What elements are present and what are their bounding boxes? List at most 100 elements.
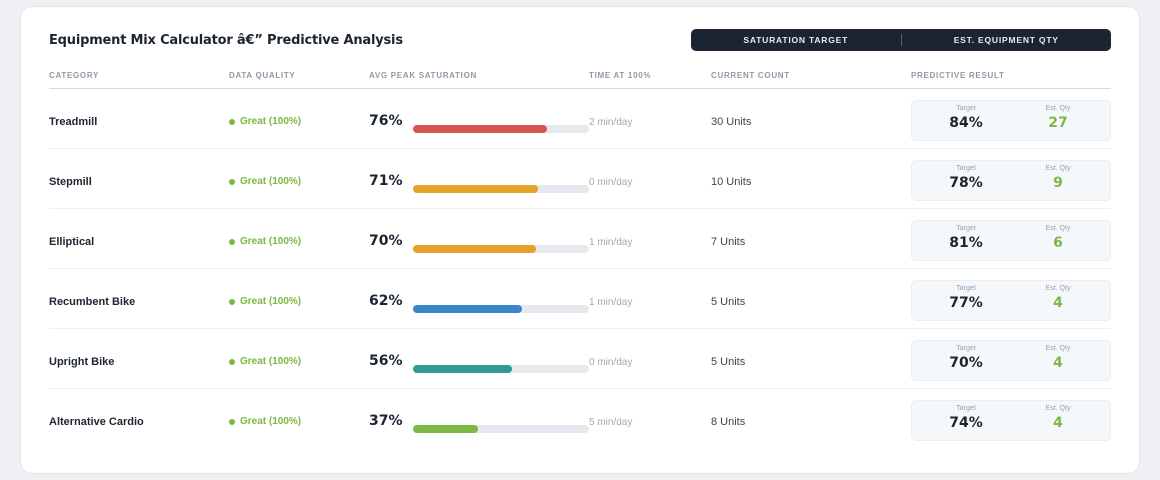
quality-status-dot-icon <box>229 238 235 245</box>
result-target-value: 74% <box>949 415 983 431</box>
result-est-qty-value: 4 <box>1053 415 1063 431</box>
row-category: Alternative Cardio <box>49 416 144 428</box>
predictive-result-box: Target 78% Est. Qty 9 <box>911 160 1111 201</box>
result-target-value: 81% <box>949 235 983 251</box>
result-target-value: 77% <box>949 295 983 311</box>
result-est-qty-label: Est. Qty <box>1045 345 1071 352</box>
result-target-label: Target <box>956 165 976 172</box>
row-current-count: 7 Units <box>711 236 746 248</box>
predictive-result-box: Target 70% Est. Qty 4 <box>911 340 1111 381</box>
quality-status-dot-icon <box>229 178 235 185</box>
row-current-count: 5 Units <box>711 356 746 368</box>
row-current-count: 8 Units <box>711 416 746 428</box>
table-row[interactable]: Treadmill Great (100%) 76% 2 min/day 30 … <box>49 89 1111 149</box>
legend-saturation-target: SATURATION TARGET <box>743 35 849 45</box>
row-time-at-100: 0 min/day <box>589 177 633 188</box>
quality-status-dot-icon <box>229 418 235 425</box>
header-current-count[interactable]: CURRENT COUNT <box>711 71 790 80</box>
header-predictive-result[interactable]: PREDICTIVE RESULT <box>911 71 1005 80</box>
predictive-result-box: Target 77% Est. Qty 4 <box>911 280 1111 321</box>
row-data-quality: Great (100%) <box>229 356 301 367</box>
row-time-at-100: 0 min/day <box>589 357 633 368</box>
table-body: Treadmill Great (100%) 76% 2 min/day 30 … <box>49 89 1111 449</box>
row-category: Elliptical <box>49 236 95 248</box>
result-target-value: 84% <box>949 115 983 131</box>
row-category: Stepmill <box>49 176 92 188</box>
saturation-bar-fill <box>413 125 547 133</box>
result-target-label: Target <box>956 105 976 112</box>
saturation-bar-fill <box>413 425 479 433</box>
row-category: Treadmill <box>49 116 98 128</box>
result-target: Target 78% <box>936 164 996 192</box>
row-data-quality: Great (100%) <box>229 416 301 427</box>
row-current-count: 5 Units <box>711 296 746 308</box>
row-saturation-value: 56% <box>369 353 403 369</box>
equipment-mix-card: Equipment Mix Calculator â€” Predictive … <box>20 6 1140 474</box>
saturation-bar-fill <box>413 185 538 193</box>
result-est-qty-value: 27 <box>1048 115 1068 131</box>
result-target-label: Target <box>956 285 976 292</box>
result-target-value: 70% <box>949 355 983 371</box>
result-est-qty-label: Est. Qty <box>1045 165 1071 172</box>
row-saturation-value: 62% <box>369 293 403 309</box>
table-row[interactable]: Elliptical Great (100%) 70% 1 min/day 7 … <box>49 209 1111 269</box>
saturation-bar-track <box>413 245 589 253</box>
result-target: Target 84% <box>936 104 996 132</box>
result-target: Target 77% <box>936 284 996 312</box>
result-target: Target 74% <box>936 404 996 432</box>
header-time-at-100[interactable]: TIME AT 100% <box>589 71 651 80</box>
saturation-bar-fill <box>413 365 512 373</box>
table-row[interactable]: Recumbent Bike Great (100%) 62% 1 min/da… <box>49 269 1111 329</box>
saturation-bar-track <box>413 185 589 193</box>
row-data-quality-label: Great (100%) <box>240 176 302 187</box>
result-target-value: 78% <box>949 175 983 191</box>
row-saturation-value: 37% <box>369 413 403 429</box>
predictive-result-box: Target 74% Est. Qty 4 <box>911 400 1111 441</box>
row-data-quality-label: Great (100%) <box>240 116 302 127</box>
row-data-quality-label: Great (100%) <box>240 356 302 367</box>
header-avg-peak-saturation[interactable]: AVG PEAK SATURATION <box>369 71 477 80</box>
result-est-qty: Est. Qty 4 <box>1028 284 1088 312</box>
row-current-count: 10 Units <box>711 176 752 188</box>
table-row[interactable]: Upright Bike Great (100%) 56% 0 min/day … <box>49 329 1111 389</box>
predictive-result-box: Target 84% Est. Qty 27 <box>911 100 1111 141</box>
page-title: Equipment Mix Calculator â€” Predictive … <box>49 33 403 48</box>
result-est-qty-label: Est. Qty <box>1045 225 1071 232</box>
header-category[interactable]: CATEGORY <box>49 71 99 80</box>
row-time-at-100: 2 min/day <box>589 117 633 128</box>
row-category: Upright Bike <box>49 356 115 368</box>
row-time-at-100: 1 min/day <box>589 297 633 308</box>
header-data-quality[interactable]: DATA QUALITY <box>229 71 295 80</box>
saturation-bar-track <box>413 305 589 313</box>
quality-status-dot-icon <box>229 298 235 305</box>
saturation-bar-fill <box>413 245 537 253</box>
result-est-qty-label: Est. Qty <box>1045 285 1071 292</box>
row-saturation-value: 76% <box>369 113 403 129</box>
result-legend: SATURATION TARGET EST. EQUIPMENT QTY <box>691 29 1111 51</box>
result-target-label: Target <box>956 405 976 412</box>
result-est-qty-label: Est. Qty <box>1045 405 1071 412</box>
row-saturation-value: 71% <box>369 173 403 189</box>
result-est-qty-label: Est. Qty <box>1045 105 1071 112</box>
row-saturation-value: 70% <box>369 233 403 249</box>
row-data-quality: Great (100%) <box>229 176 301 187</box>
result-target-label: Target <box>956 345 976 352</box>
quality-status-dot-icon <box>229 358 235 365</box>
result-est-qty: Est. Qty 27 <box>1028 104 1088 132</box>
row-data-quality: Great (100%) <box>229 296 301 307</box>
row-data-quality: Great (100%) <box>229 116 301 127</box>
row-data-quality-label: Great (100%) <box>240 416 302 427</box>
result-est-qty-value: 4 <box>1053 295 1063 311</box>
result-target: Target 70% <box>936 344 996 372</box>
result-est-qty-value: 9 <box>1053 175 1063 191</box>
table-header: CATEGORY DATA QUALITY AVG PEAK SATURATIO… <box>49 69 1111 89</box>
result-est-qty: Est. Qty 6 <box>1028 224 1088 252</box>
table-row[interactable]: Alternative Cardio Great (100%) 37% 5 mi… <box>49 389 1111 449</box>
row-time-at-100: 1 min/day <box>589 237 633 248</box>
row-data-quality: Great (100%) <box>229 236 301 247</box>
result-est-qty: Est. Qty 9 <box>1028 164 1088 192</box>
saturation-bar-track <box>413 125 589 133</box>
table-row[interactable]: Stepmill Great (100%) 71% 0 min/day 10 U… <box>49 149 1111 209</box>
quality-status-dot-icon <box>229 118 235 125</box>
row-time-at-100: 5 min/day <box>589 417 633 428</box>
